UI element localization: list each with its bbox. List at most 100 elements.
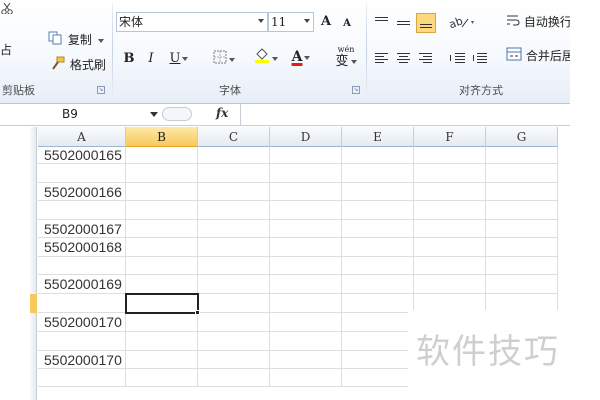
copy-button[interactable]: 复制 bbox=[48, 30, 104, 50]
align-middle-icon[interactable] bbox=[396, 16, 412, 30]
cell-g[interactable] bbox=[486, 147, 558, 164]
borders-button[interactable] bbox=[208, 48, 240, 70]
cell-c[interactable] bbox=[198, 369, 270, 387]
align-center-icon[interactable] bbox=[396, 52, 412, 66]
cell-d[interactable] bbox=[270, 183, 342, 201]
underline-button[interactable]: U bbox=[164, 48, 194, 70]
phonetic-button[interactable]: wén 变 bbox=[328, 44, 364, 68]
cell-f[interactable] bbox=[414, 183, 486, 201]
cell-b[interactable] bbox=[126, 275, 198, 294]
cell-a[interactable]: 5502000167 bbox=[38, 220, 126, 238]
cell-d[interactable] bbox=[270, 332, 342, 351]
cell-g[interactable] bbox=[486, 220, 558, 238]
cell-e[interactable] bbox=[342, 257, 414, 275]
cell-c[interactable] bbox=[198, 275, 270, 294]
cell-a[interactable] bbox=[38, 332, 126, 351]
column-header-g[interactable]: G bbox=[486, 127, 558, 147]
cell-b[interactable] bbox=[126, 332, 198, 351]
cell-c[interactable] bbox=[198, 220, 270, 238]
cell-e[interactable] bbox=[342, 147, 414, 164]
column-header-d[interactable]: D bbox=[270, 127, 342, 147]
cell-d[interactable] bbox=[270, 351, 342, 369]
column-header-f[interactable]: F bbox=[414, 127, 486, 147]
cell-c[interactable] bbox=[198, 164, 270, 183]
cell-g[interactable] bbox=[486, 164, 558, 183]
increase-indent-icon[interactable] bbox=[472, 52, 488, 66]
column-header-c[interactable]: C bbox=[198, 127, 270, 147]
name-box[interactable]: B9 bbox=[30, 105, 160, 124]
cell-f[interactable] bbox=[414, 257, 486, 275]
cell-e[interactable] bbox=[342, 351, 414, 369]
decrease-indent-icon[interactable] bbox=[450, 52, 466, 66]
cell-a[interactable]: 5502000170 bbox=[38, 313, 126, 332]
cell-e[interactable] bbox=[342, 201, 414, 220]
clipboard-dialog-launcher[interactable]: ↘ bbox=[97, 86, 105, 94]
formula-bar-splitter[interactable] bbox=[162, 107, 192, 121]
font-name-select[interactable]: 宋体 bbox=[116, 12, 268, 32]
align-bottom-icon[interactable] bbox=[416, 13, 436, 33]
cell-b[interactable] bbox=[126, 220, 198, 238]
cell-e[interactable] bbox=[342, 369, 414, 387]
chevron-down-icon[interactable] bbox=[150, 112, 158, 117]
cell-e[interactable] bbox=[342, 164, 414, 183]
cell-d[interactable] bbox=[270, 294, 342, 313]
cell-c[interactable] bbox=[198, 351, 270, 369]
cut-button[interactable] bbox=[0, 0, 36, 14]
cell-g[interactable] bbox=[486, 201, 558, 220]
fill-handle[interactable] bbox=[195, 310, 200, 315]
cell-c[interactable] bbox=[198, 201, 270, 220]
cell-c[interactable] bbox=[198, 147, 270, 164]
orientation-icon[interactable]: ab bbox=[447, 14, 476, 31]
align-right-icon[interactable] bbox=[418, 52, 434, 66]
active-row-header[interactable] bbox=[30, 294, 37, 313]
cell-c[interactable] bbox=[198, 313, 270, 332]
shrink-font-button[interactable]: A bbox=[340, 13, 354, 35]
cell-a[interactable] bbox=[38, 201, 126, 220]
formula-input[interactable] bbox=[240, 104, 570, 125]
cell-b[interactable] bbox=[126, 238, 198, 257]
cell-e[interactable] bbox=[342, 220, 414, 238]
cell-g[interactable] bbox=[486, 257, 558, 275]
cell-f[interactable] bbox=[414, 201, 486, 220]
font-dialog-launcher[interactable]: ↘ bbox=[352, 86, 360, 94]
grow-font-button[interactable]: A bbox=[318, 11, 334, 33]
cell-f[interactable] bbox=[414, 275, 486, 294]
selected-cell-b9[interactable] bbox=[125, 293, 199, 314]
cell-a[interactable]: 5502000170 bbox=[38, 351, 126, 369]
cell-a[interactable] bbox=[38, 257, 126, 275]
font-size-select[interactable]: 11 bbox=[268, 12, 314, 32]
cell-g[interactable] bbox=[486, 183, 558, 201]
cell-d[interactable] bbox=[270, 220, 342, 238]
align-left-icon[interactable] bbox=[374, 52, 390, 66]
cell-b[interactable] bbox=[126, 351, 198, 369]
cell-a[interactable]: 5502000169 bbox=[38, 275, 126, 294]
cell-b[interactable] bbox=[126, 147, 198, 164]
fill-color-button[interactable] bbox=[250, 46, 282, 68]
merge-center-button[interactable]: 合并后居 bbox=[506, 46, 570, 66]
cell-a[interactable] bbox=[38, 369, 126, 387]
cell-d[interactable] bbox=[270, 147, 342, 164]
cell-e[interactable] bbox=[342, 332, 414, 351]
cell-b[interactable] bbox=[126, 369, 198, 387]
cell-e[interactable] bbox=[342, 313, 414, 332]
paste-button[interactable]: 占 bbox=[0, 40, 14, 60]
cell-c[interactable] bbox=[198, 183, 270, 201]
cell-f[interactable] bbox=[414, 147, 486, 164]
cell-d[interactable] bbox=[270, 257, 342, 275]
cell-a[interactable] bbox=[38, 294, 126, 313]
cell-f[interactable] bbox=[414, 220, 486, 238]
cell-a[interactable]: 5502000166 bbox=[38, 183, 126, 201]
fx-icon[interactable]: fx bbox=[216, 106, 228, 120]
cell-b[interactable] bbox=[126, 164, 198, 183]
cell-g[interactable] bbox=[486, 238, 558, 257]
cell-c[interactable] bbox=[198, 332, 270, 351]
align-top-icon[interactable] bbox=[374, 16, 390, 30]
cell-c[interactable] bbox=[198, 294, 270, 313]
cell-e[interactable] bbox=[342, 183, 414, 201]
format-painter-button[interactable]: 格式刷 bbox=[50, 55, 106, 75]
cell-f[interactable] bbox=[414, 238, 486, 257]
font-color-button[interactable]: A bbox=[285, 46, 317, 68]
cell-e[interactable] bbox=[342, 275, 414, 294]
cell-b[interactable] bbox=[126, 257, 198, 275]
cell-b[interactable] bbox=[126, 201, 198, 220]
